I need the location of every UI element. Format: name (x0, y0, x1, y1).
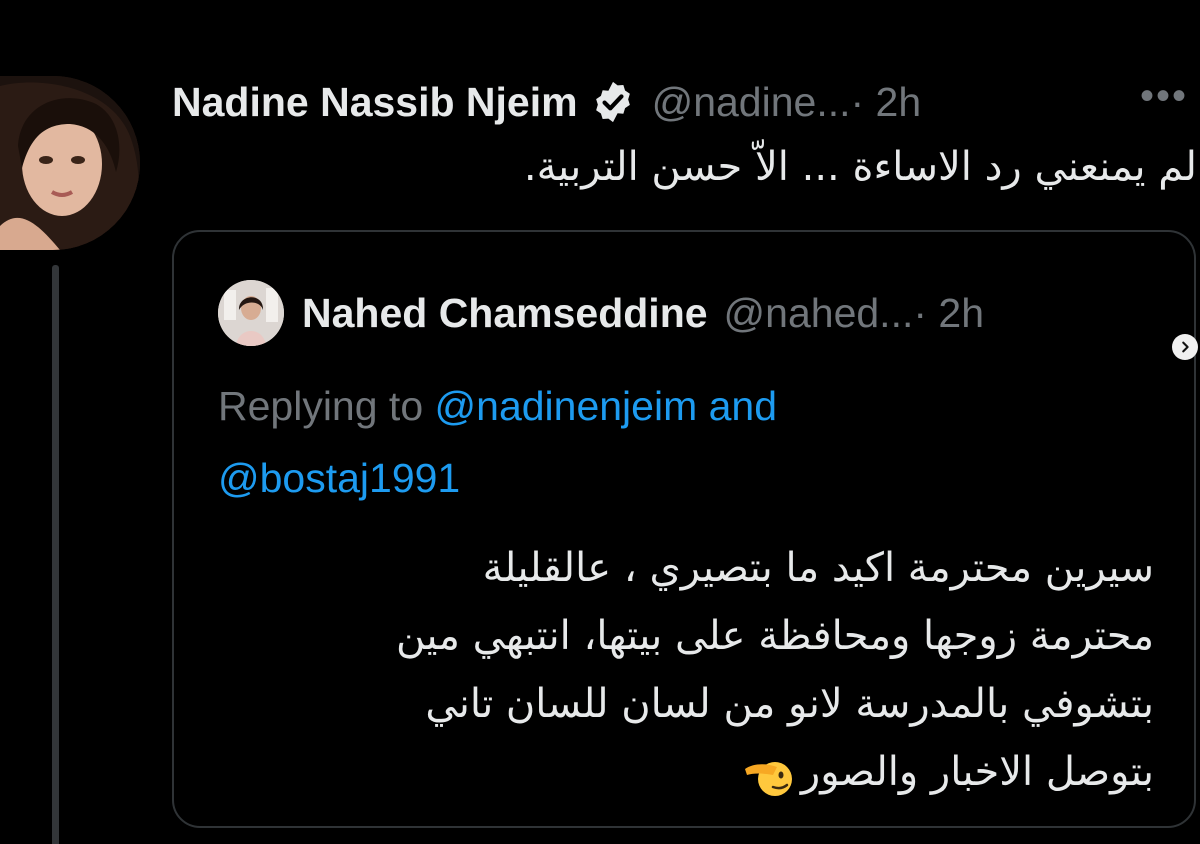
quoted-tweet-text: سيرين محترمة اكيد ما بتصيري ، عالقليلة م… (214, 534, 1154, 806)
tweet-timestamp[interactable]: · 2h (851, 79, 922, 126)
replying-to: Replying to @nadinenjeim and @bostaj1991 (218, 370, 1078, 514)
quoted-author-display-name[interactable]: Nahed Chamseddine (302, 290, 708, 337)
quoted-text-last-line: بتوصل الاخبار والصور (214, 738, 1154, 806)
quoted-author-avatar[interactable] (218, 280, 284, 346)
author-avatar[interactable] (0, 76, 140, 250)
quoted-tweet-card[interactable]: Nahed Chamseddine @nahed... · 2h Replyin… (172, 230, 1196, 828)
mention-link-bostaj1991[interactable]: @bostaj1991 (218, 455, 460, 501)
tweet-text: لم يمنعني رد الاساءة ... الاّ حسن التربي… (523, 144, 1197, 190)
quoted-text-line: بتشوفي بالمدرسة لانو من لسان للسان تاني (425, 681, 1154, 727)
saluting-face-emoji-icon (743, 752, 795, 796)
verified-badge-icon (590, 79, 636, 125)
mention-link-nadinenjeim[interactable]: @nadinenjeim (435, 383, 698, 429)
tweet-header: Nadine Nassib Njeim @nadine... · 2h (172, 72, 921, 132)
replying-and-word: and (697, 383, 778, 429)
more-options-icon[interactable]: ••• (1140, 76, 1188, 116)
quoted-text-line: بتوصل الاخبار والصور (800, 749, 1154, 795)
quoted-text-line: سيرين محترمة اكيد ما بتصيري ، عالقليلة (482, 545, 1154, 591)
thread-line (52, 265, 59, 844)
tweet-screen: Nadine Nassib Njeim @nadine... · 2h ••• … (0, 0, 1200, 844)
carousel-next-chevron-icon[interactable] (1172, 334, 1198, 360)
author-display-name[interactable]: Nadine Nassib Njeim (172, 79, 578, 126)
quoted-tweet-header: Nahed Chamseddine @nahed... · 2h (218, 280, 984, 346)
quoted-author-handle[interactable]: @nahed... (724, 290, 914, 337)
quoted-text-line: محترمة زوجها ومحافظة على بيتها، انتبهي م… (395, 613, 1154, 659)
author-handle[interactable]: @nadine... (652, 79, 851, 126)
quoted-tweet-timestamp[interactable]: · 2h (913, 290, 984, 337)
replying-to-label: Replying to (218, 383, 435, 429)
